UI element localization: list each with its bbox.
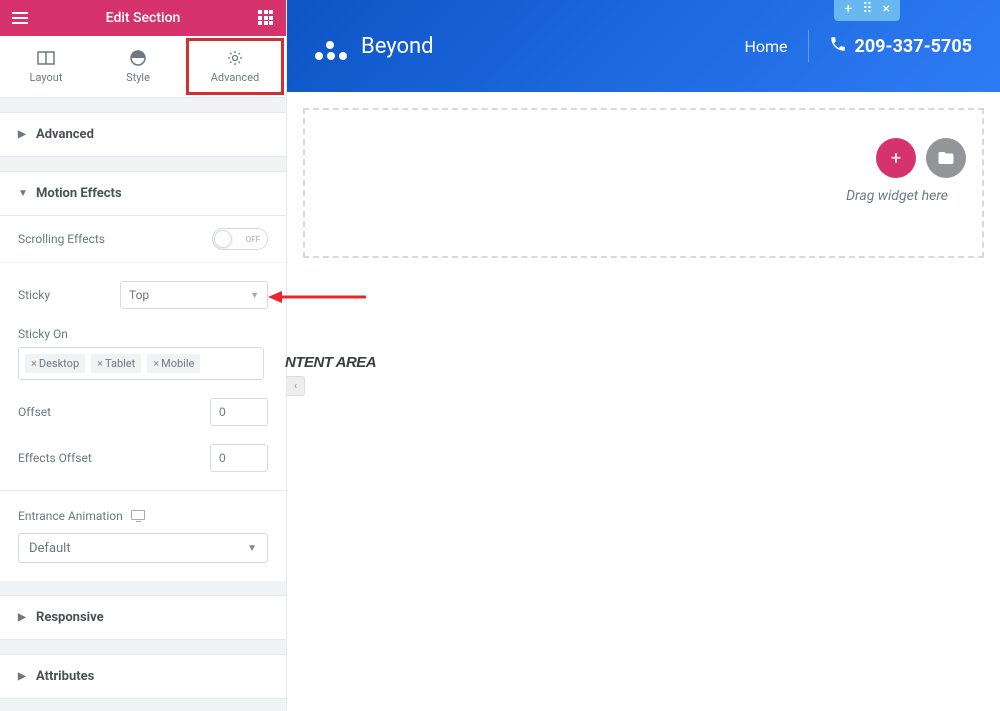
drag-hint: Drag widget here bbox=[846, 188, 948, 204]
close-icon[interactable]: × bbox=[153, 357, 159, 370]
tab-label: Layout bbox=[30, 71, 63, 84]
site-header: + ⠿ × Beyond Home 209-337-5705 bbox=[287, 0, 1000, 92]
add-widget-button[interactable]: + bbox=[876, 138, 916, 178]
editor-sidebar: Edit Section Layout Style Advanced ▶ Adv… bbox=[0, 0, 287, 711]
offset-label: Offset bbox=[18, 405, 210, 419]
sidebar-header: Edit Section bbox=[0, 0, 286, 36]
section-motion-effects[interactable]: ▼ Motion Effects bbox=[0, 171, 286, 216]
tab-advanced[interactable]: Advanced bbox=[186, 38, 284, 95]
sticky-on-row: Sticky On ×Desktop ×Tablet ×Mobile bbox=[18, 327, 268, 380]
select-value: Top bbox=[129, 288, 149, 302]
section-advanced[interactable]: ▶ Advanced bbox=[0, 112, 286, 157]
gear-icon bbox=[226, 49, 244, 67]
menu-icon[interactable] bbox=[12, 12, 28, 24]
widget-drop-area[interactable]: + Drag widget here bbox=[303, 108, 984, 258]
entrance-panel: Entrance Animation Default ▼ bbox=[0, 490, 286, 581]
entrance-label: Entrance Animation bbox=[18, 509, 123, 523]
layout-icon bbox=[37, 49, 55, 67]
scrolling-effects-row: Scrolling Effects OFF bbox=[0, 216, 286, 263]
phone-number: 209-337-5705 bbox=[855, 36, 972, 57]
scrolling-effects-toggle[interactable]: OFF bbox=[212, 228, 268, 250]
content-area-label: NTENT AREA bbox=[285, 354, 376, 371]
preview-canvas: + ⠿ × Beyond Home 209-337-5705 bbox=[287, 0, 1000, 711]
nav-right: Home 209-337-5705 bbox=[744, 30, 972, 62]
nav-home[interactable]: Home bbox=[744, 37, 787, 56]
section-title: Advanced bbox=[36, 127, 94, 142]
section-toolbar: + ⠿ × bbox=[834, 0, 900, 21]
template-button[interactable] bbox=[926, 138, 966, 178]
editor-tabs: Layout Style Advanced bbox=[0, 36, 286, 98]
phone-icon bbox=[829, 35, 847, 58]
row-label: Scrolling Effects bbox=[18, 232, 212, 246]
effects-offset-row: Effects Offset bbox=[18, 444, 268, 472]
style-icon bbox=[129, 49, 147, 67]
section-attributes[interactable]: ▶ Attributes bbox=[0, 654, 286, 699]
divider bbox=[808, 30, 809, 62]
drag-icon[interactable]: ⠿ bbox=[862, 1, 872, 17]
effects-offset-input[interactable] bbox=[210, 444, 268, 472]
sticky-on-chips[interactable]: ×Desktop ×Tablet ×Mobile bbox=[18, 347, 264, 380]
section-title: Responsive bbox=[36, 610, 104, 625]
brand-name: Beyond bbox=[361, 34, 434, 59]
tab-label: Advanced bbox=[211, 71, 259, 84]
close-icon[interactable]: × bbox=[97, 357, 103, 370]
phone-link[interactable]: 209-337-5705 bbox=[829, 35, 972, 58]
apps-icon[interactable] bbox=[258, 10, 274, 26]
caret-right-icon: ▶ bbox=[18, 129, 28, 140]
section-title: Motion Effects bbox=[36, 186, 122, 201]
sticky-select[interactable]: Top ▼ bbox=[120, 281, 268, 309]
entrance-select[interactable]: Default ▼ bbox=[18, 533, 268, 563]
tab-layout[interactable]: Layout bbox=[0, 36, 92, 97]
toggle-off-label: OFF bbox=[246, 235, 260, 244]
sticky-label: Sticky bbox=[18, 288, 120, 302]
offset-row: Offset bbox=[18, 398, 268, 426]
sticky-on-label: Sticky On bbox=[18, 327, 268, 341]
sidebar-title: Edit Section bbox=[106, 10, 181, 26]
add-icon[interactable]: + bbox=[844, 1, 852, 17]
desktop-icon[interactable] bbox=[131, 509, 145, 523]
chip-mobile[interactable]: ×Mobile bbox=[147, 354, 200, 373]
logo-mark bbox=[315, 32, 349, 60]
section-responsive[interactable]: ▶ Responsive bbox=[0, 595, 286, 640]
effects-offset-label: Effects Offset bbox=[18, 451, 210, 465]
caret-right-icon: ▶ bbox=[18, 671, 28, 682]
tab-style[interactable]: Style bbox=[92, 36, 184, 97]
chevron-down-icon: ▼ bbox=[250, 290, 259, 301]
chevron-down-icon: ▼ bbox=[247, 543, 257, 554]
chip-tablet[interactable]: ×Tablet bbox=[91, 354, 141, 373]
close-icon[interactable]: × bbox=[31, 357, 37, 370]
collapse-panel-button[interactable]: ‹ bbox=[287, 376, 305, 396]
sticky-row: Sticky Top ▼ bbox=[18, 281, 268, 309]
select-value: Default bbox=[29, 541, 71, 556]
chip-desktop[interactable]: ×Desktop bbox=[25, 354, 85, 373]
logo: Beyond bbox=[315, 32, 434, 60]
tab-label: Style bbox=[126, 71, 150, 84]
caret-right-icon: ▶ bbox=[18, 612, 28, 623]
section-title: Attributes bbox=[36, 669, 94, 684]
motion-panel: Sticky Top ▼ Sticky On ×Desktop ×Tablet … bbox=[0, 263, 286, 490]
offset-input[interactable] bbox=[210, 398, 268, 426]
close-icon[interactable]: × bbox=[883, 1, 890, 17]
caret-down-icon: ▼ bbox=[18, 188, 28, 199]
